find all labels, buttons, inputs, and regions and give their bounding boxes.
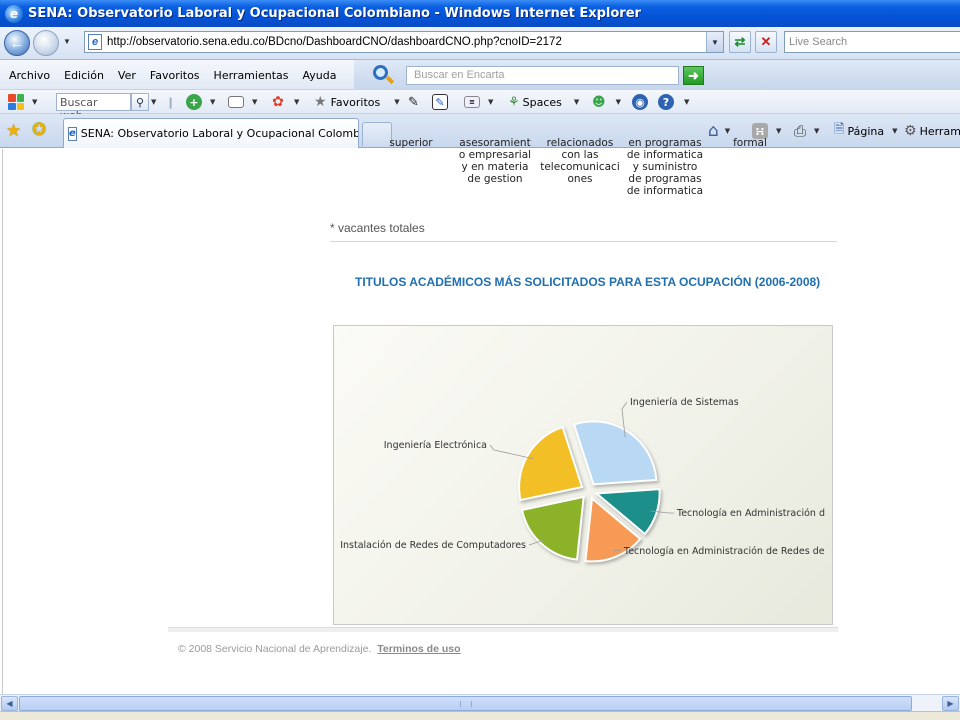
menu-item-herramientas[interactable]: Herramientas [207, 69, 296, 82]
favoritos-label: Favoritos [330, 95, 381, 109]
scroll-right-button[interactable]: ▶ [942, 696, 959, 711]
favorites-center-icon[interactable]: ★ [6, 121, 21, 141]
add-favorite-icon[interactable]: ✪ [32, 120, 46, 140]
web-search-input[interactable]: Buscar web... [56, 93, 131, 122]
pie-slice [572, 420, 658, 486]
edit-icon: ✎ [432, 94, 448, 110]
page-icon: e [68, 126, 77, 141]
window-title: SENA: Observatorio Laboral y Ocupacional… [28, 6, 641, 21]
forward-button[interactable]: → [33, 30, 59, 56]
edit-button[interactable]: ✎ [432, 90, 448, 114]
windows-logo-icon [8, 94, 24, 110]
slice-label: Instalación de Redes de Computadores [340, 540, 526, 551]
status-bar [0, 711, 960, 720]
onecare-icon: ◉ [632, 94, 648, 110]
search-icon[interactable] [372, 64, 395, 86]
page-icon: e [88, 34, 102, 50]
blog-button[interactable]: ≡ ▼ [464, 90, 493, 114]
msn-button[interactable]: ✿ ▼ [270, 90, 299, 114]
divider [330, 241, 837, 242]
favoritos-button[interactable]: ★ Favoritos ▼ [314, 90, 400, 114]
add-button[interactable]: + ▼ [186, 90, 215, 114]
table-cell: relacionados con las telecomunicaci ones [540, 137, 620, 185]
links-toolbar: ▼ Buscar web... ⚲ ▼ ❙ + ▼ ▼ ✿ ▼ ★ Favori… [0, 90, 960, 122]
address-field[interactable]: e http://observatorio.sena.edu.co/BDcno/… [84, 31, 724, 53]
live-search-input[interactable]: Live Search [784, 31, 960, 53]
table-cell: en programas de informatica y suministro… [626, 137, 704, 197]
people-icon: ☻ [592, 94, 606, 110]
menu-items: Archivo Edición Ver Favoritos Herramientas Ay… [2, 60, 343, 90]
help-icon: ? [658, 94, 674, 110]
address-url[interactable]: http://observatorio.sena.edu.co/BDcno/Da… [107, 36, 562, 48]
help-button[interactable]: ? ▼ [658, 90, 689, 114]
spaces-label: Spaces [522, 95, 562, 109]
page-menu-label: Página [847, 124, 885, 138]
table-cell: asesoramient o empresarial y en materia … [458, 137, 532, 185]
footer-divider [168, 627, 838, 632]
pie-slice [520, 495, 585, 561]
page-content: superior asesoramient o empresarial y en… [0, 137, 960, 694]
internet-explorer-icon: e [5, 4, 23, 23]
table-cell: formal [733, 137, 767, 149]
window-titlebar: e SENA: Observatorio Laboral y Ocupacion… [0, 0, 960, 27]
scroll-thumb[interactable] [19, 696, 912, 711]
pie-slice [518, 425, 584, 502]
footer: © 2008 Servicio Nacional de Aprendizaje.… [178, 643, 461, 655]
menu-item-edicion[interactable]: Edición [57, 69, 111, 82]
page-left-border [2, 149, 3, 694]
stop-button[interactable]: ✕ [755, 31, 777, 53]
blog-icon: ≡ [464, 96, 480, 108]
spaces-button[interactable]: ⚘ Spaces ▼ [508, 90, 579, 114]
encarta-go-button[interactable]: ➜ [683, 66, 704, 85]
slice-label: Tecnología en Administración d [676, 508, 825, 519]
address-dropdown-icon[interactable]: ▼ [706, 32, 723, 52]
menu-bar: Archivo Edición Ver Favoritos Herramientas Ay… [0, 60, 960, 90]
butterfly-icon: ✿ [272, 94, 284, 110]
spaces-icon: ⚘ [508, 94, 520, 110]
toolbar-separator: ❙ [166, 95, 176, 109]
plus-icon: + [186, 94, 202, 110]
encarta-toolbar: Buscar en Encarta ➜ [354, 60, 960, 90]
tools-menu-label: Herrami [919, 124, 960, 138]
slice-label: Ingeniería de Sistemas [630, 397, 739, 408]
scroll-left-button[interactable]: ◀ [1, 696, 18, 711]
messenger-button[interactable]: ☻ ▼ [592, 90, 621, 114]
chart-title: TITULOS ACADÉMICOS MÁS SOLICITADOS PARA … [355, 275, 821, 289]
highlight-button[interactable]: ✎ [408, 90, 419, 114]
window-icon [228, 96, 244, 108]
back-button[interactable]: ← [4, 30, 30, 56]
address-toolbar: ← → ▼ e http://observatorio.sena.edu.co/… [0, 27, 960, 60]
menu-item-ver[interactable]: Ver [111, 69, 143, 82]
web-search-dropdown[interactable]: ▼ [151, 98, 156, 106]
onecare-button[interactable]: ◉ [632, 90, 648, 114]
table-cell: superior [389, 137, 433, 149]
terms-link[interactable]: Terminos de uso [377, 643, 460, 655]
encarta-search-input[interactable]: Buscar en Encarta [406, 66, 679, 85]
footer-copyright: © 2008 Servicio Nacional de Aprendizaje. [178, 643, 372, 655]
occupation-table-row: superior asesoramient o empresarial y en… [0, 137, 960, 211]
pen-icon: ✎ [408, 94, 419, 110]
slice-label: Ingeniería Electrónica [384, 440, 487, 451]
menu-item-archivo[interactable]: Archivo [2, 69, 57, 82]
gear-icon: ⚙ [904, 123, 917, 139]
slice-label: Tecnología en Administración de Redes de [623, 546, 825, 557]
web-search-button[interactable]: ⚲ [131, 93, 149, 111]
menu-item-ayuda[interactable]: Ayuda [295, 69, 343, 82]
windows-live-button[interactable]: ▼ [8, 90, 37, 114]
page-menu-icon: 🗎 [834, 122, 845, 137]
pie-chart-svg: Ingeniería de Sistemas Tecnología en Admi… [340, 397, 825, 563]
menu-item-favoritos[interactable]: Favoritos [143, 69, 207, 82]
star-icon: ★ [314, 94, 327, 110]
printer-icon: ⎙ [794, 122, 807, 140]
pie-chart: Ingeniería de Sistemas Tecnología en Admi… [333, 325, 833, 625]
mail-button[interactable]: ▼ [228, 90, 257, 114]
recent-pages-dropdown[interactable]: ▼ [63, 37, 71, 46]
vacantes-note: * vacantes totales [330, 221, 425, 235]
horizontal-scrollbar[interactable]: ◀ ▶ [0, 694, 960, 711]
tab-title: SENA: Observatorio Laboral y Ocupacional… [80, 127, 359, 140]
refresh-button[interactable]: ⇄ [729, 31, 751, 53]
home-icon: ⌂ [708, 121, 719, 141]
